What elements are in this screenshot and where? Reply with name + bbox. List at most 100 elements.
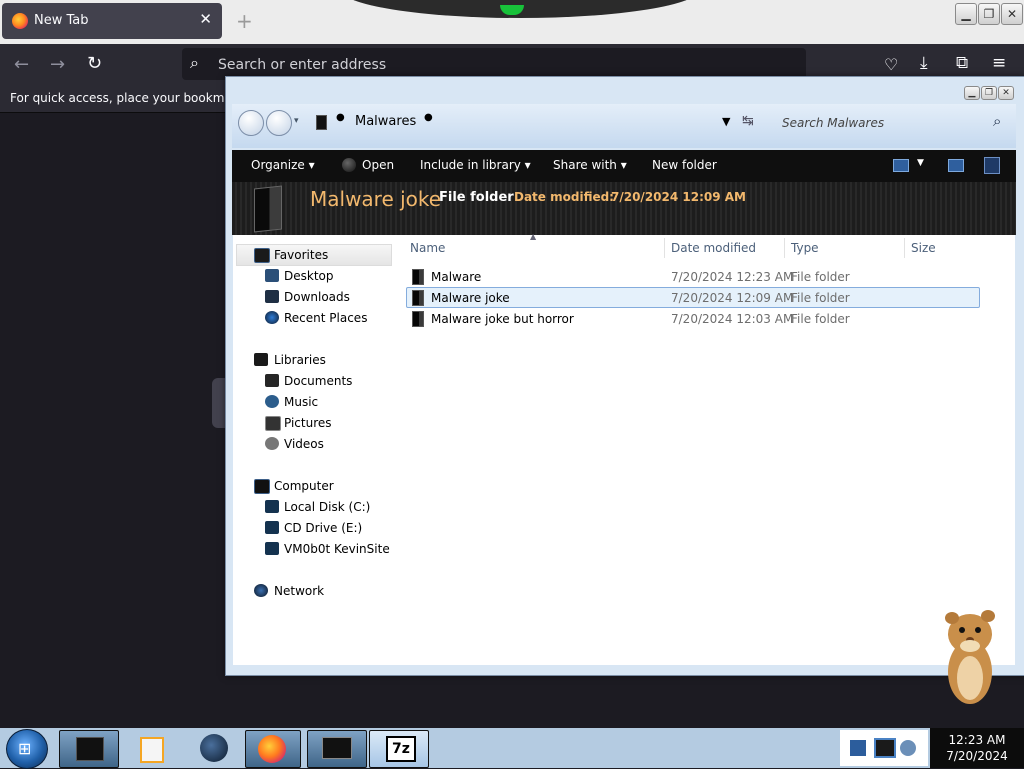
search-input[interactable] — [780, 112, 984, 134]
column-header-size[interactable]: Size — [911, 241, 936, 255]
organize-button[interactable]: Organize ▾ — [251, 158, 315, 172]
nav-music[interactable]: Music — [284, 395, 318, 409]
preview-pane-icon[interactable] — [948, 159, 964, 172]
explorer-search-box[interactable]: ⌕ — [776, 110, 1012, 134]
nav-libraries[interactable]: Libraries — [274, 353, 326, 367]
table-row[interactable]: Malware joke but horror 7/20/2024 12:03 … — [406, 308, 980, 328]
tray-network-icon[interactable] — [850, 740, 866, 756]
share-with-button[interactable]: Share with ▾ — [553, 158, 627, 172]
file-type: File folder — [791, 312, 850, 326]
explorer-minimize-button[interactable]: ▁ — [964, 86, 980, 100]
history-chevron-icon[interactable]: ▾ — [294, 116, 299, 126]
taskbar-app-button[interactable] — [307, 730, 367, 768]
forward-arrow-icon[interactable]: → — [50, 54, 65, 75]
taskbar-7zip-button[interactable]: 7z — [369, 730, 429, 768]
selected-item-type: File folder — [439, 190, 514, 205]
cd-drive-icon — [265, 521, 279, 534]
folder-icon — [412, 269, 424, 285]
nav-favorites[interactable]: Favorites — [274, 248, 328, 262]
taskbar-ie-button[interactable] — [185, 730, 245, 768]
column-divider[interactable] — [904, 238, 905, 258]
close-tab-icon[interactable]: ✕ — [199, 10, 212, 28]
nav-local-disk[interactable]: Local Disk (C:) — [284, 500, 370, 514]
command-bar: Organize ▾ Open Include in library ▾ Sha… — [232, 150, 1016, 182]
table-row-selected[interactable]: Malware joke 7/20/2024 12:09 AM File fol… — [406, 287, 980, 308]
media-player-icon — [140, 737, 164, 763]
back-arrow-icon[interactable]: ← — [14, 54, 29, 75]
open-icon — [342, 158, 356, 172]
nav-videos[interactable]: Videos — [284, 437, 324, 451]
firefox-logo-icon — [258, 735, 286, 763]
column-divider[interactable] — [664, 238, 665, 258]
taskbar-clock[interactable]: 12:23 AM 7/20/2024 — [930, 728, 1024, 768]
view-options-icon[interactable] — [893, 159, 909, 172]
column-header-date[interactable]: Date modified — [671, 241, 756, 255]
sevenzip-icon: 7z — [386, 736, 416, 762]
open-button[interactable]: Open — [362, 158, 394, 172]
globe-icon — [200, 734, 228, 762]
nav-desktop[interactable]: Desktop — [284, 269, 334, 283]
taskbar-explorer-button[interactable] — [59, 730, 119, 768]
nav-network[interactable]: Network — [274, 584, 324, 598]
monitor-icon — [322, 737, 352, 759]
file-type: File folder — [791, 270, 850, 284]
nav-recent-places[interactable]: Recent Places — [284, 311, 367, 325]
newtab-search-edge — [212, 378, 226, 428]
new-tab-button[interactable]: + — [236, 9, 253, 33]
nav-vm-kevinsite[interactable]: VM0b0t KevinSite — [284, 542, 390, 556]
explorer-close-button[interactable]: ✕ — [998, 86, 1014, 100]
close-window-button[interactable]: ✕ — [1001, 3, 1023, 25]
breadcrumb-separator-icon[interactable]: ● — [424, 112, 433, 123]
help-icon[interactable] — [984, 157, 1000, 174]
url-input[interactable] — [216, 54, 780, 76]
tray-monitor-icon[interactable] — [874, 738, 896, 758]
taskbar-media-player-button[interactable] — [123, 730, 183, 768]
pocket-icon[interactable]: ♡ — [884, 55, 898, 74]
table-row[interactable]: Malware 7/20/2024 12:23 AM File folder — [406, 266, 980, 286]
view-dropdown-icon[interactable]: ▼ — [917, 158, 924, 168]
nav-documents[interactable]: Documents — [284, 374, 352, 388]
date-modified-label: Date modified: — [514, 190, 614, 204]
nav-downloads[interactable]: Downloads — [284, 290, 350, 304]
pictures-icon — [265, 416, 281, 431]
new-folder-button[interactable]: New folder — [652, 158, 717, 172]
folder-icon — [412, 311, 424, 327]
breadcrumb[interactable]: Malwares — [355, 114, 416, 129]
explorer-forward-button[interactable] — [266, 110, 292, 136]
desktop-icon — [265, 269, 279, 282]
file-name: Malware joke but horror — [431, 312, 574, 326]
download-icon[interactable]: ⤓ — [920, 53, 928, 73]
address-dropdown-icon[interactable]: ▼ — [722, 115, 730, 128]
explorer-back-button[interactable] — [238, 110, 264, 136]
music-icon — [265, 395, 279, 408]
explorer-address-bar[interactable]: ● Malwares ● ▼ — [306, 110, 736, 134]
tab-new-tab[interactable]: New Tab ✕ — [2, 3, 222, 39]
nav-computer[interactable]: Computer — [274, 479, 334, 493]
nav-cd-drive[interactable]: CD Drive (E:) — [284, 521, 362, 535]
favorites-star-icon — [254, 248, 270, 263]
nav-pictures[interactable]: Pictures — [284, 416, 332, 430]
file-type: File folder — [791, 291, 850, 305]
windows-logo-icon: ⊞ — [18, 739, 32, 758]
videos-icon — [265, 437, 279, 450]
documents-icon — [265, 374, 279, 387]
extensions-icon[interactable]: ⧉ — [956, 53, 968, 73]
column-divider[interactable] — [784, 238, 785, 258]
reload-icon[interactable]: ↻ — [87, 53, 102, 74]
include-in-library-button[interactable]: Include in library ▾ — [420, 158, 531, 172]
column-header-type[interactable]: Type — [791, 241, 819, 255]
search-icon[interactable]: ⌕ — [993, 112, 1001, 130]
hamster-mascot[interactable] — [940, 606, 1000, 706]
explorer-maximize-button[interactable]: ❐ — [981, 86, 997, 100]
refresh-icon[interactable]: ↹ — [742, 113, 754, 129]
folder-icon — [412, 290, 424, 306]
tray-volume-icon[interactable] — [900, 740, 916, 756]
taskbar-firefox-button[interactable] — [245, 730, 301, 768]
minimize-button[interactable]: ▁ — [955, 3, 977, 25]
menu-icon[interactable]: ≡ — [992, 53, 1006, 73]
file-date: 7/20/2024 12:23 AM — [671, 270, 794, 284]
breadcrumb-separator-icon[interactable]: ● — [336, 112, 345, 123]
maximize-button[interactable]: ❐ — [978, 3, 1000, 25]
start-button[interactable]: ⊞ — [6, 729, 48, 769]
column-header-name[interactable]: Name — [410, 241, 445, 255]
